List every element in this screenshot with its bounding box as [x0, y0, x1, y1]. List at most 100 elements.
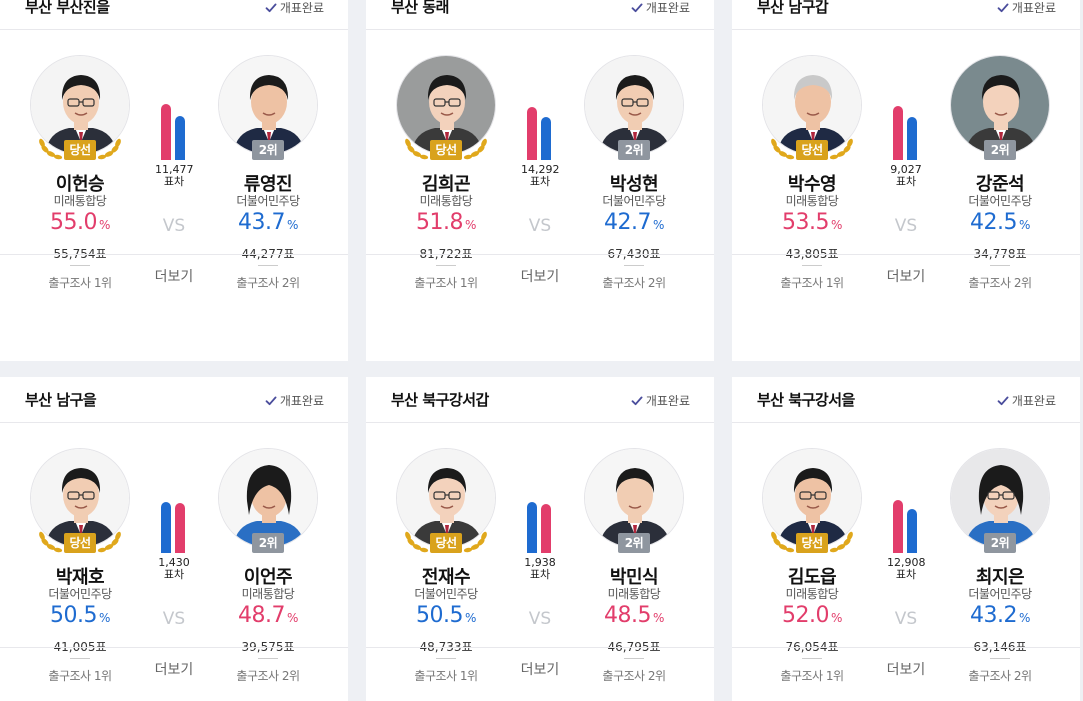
- vote-gap: 1,430 표차: [155, 493, 193, 581]
- district-card: 부산 북구강서갑 개표완료 당선 전재수 더불어민주당 50.5 % 48,73…: [366, 377, 714, 701]
- district-card: 부산 북구강서을 개표완료 당선 김도읍 미래통합당 52.0 % 76,054…: [732, 377, 1080, 701]
- candidate-party: 미래통합당: [785, 194, 839, 208]
- second-place-badge: 2위: [984, 140, 1016, 160]
- district-name[interactable]: 부산 남구갑: [757, 0, 829, 17]
- vote-gap: 11,477 표차: [155, 100, 194, 188]
- count-complete-status: 개표완료: [631, 0, 690, 16]
- count-complete-status: 개표완료: [265, 392, 324, 409]
- candidate-party: 미래통합당: [419, 194, 473, 208]
- percent-unit: %: [99, 611, 110, 625]
- vote-percentage: 48.7%: [193, 603, 343, 628]
- percent-unit: %: [287, 218, 298, 232]
- card-header: 부산 부산진을 개표완료: [0, 0, 348, 30]
- percentage-value: 50.5: [50, 603, 98, 628]
- winner-bar: [527, 107, 537, 160]
- count-complete-status: 개표완료: [997, 0, 1056, 16]
- district-card: 부산 남구갑 개표완료 당선 박수영 미래통합당 53.5 % 43,805표 …: [732, 0, 1080, 361]
- percentage-value: 43.2: [970, 603, 1018, 628]
- candidate-party: 더불어민주당: [968, 587, 1032, 601]
- vote-percentage: 53.5%: [737, 210, 887, 235]
- candidate-party: 더불어민주당: [968, 194, 1032, 208]
- vote-gap-label: 표차: [529, 568, 551, 581]
- percent-unit: %: [465, 218, 476, 232]
- runnerup-bar: [541, 504, 551, 553]
- second-place-badge: 2위: [252, 533, 284, 553]
- vote-gap: 12,908 표차: [887, 493, 926, 581]
- percent-unit: %: [99, 218, 110, 232]
- runnerup-bar: [907, 509, 917, 553]
- candidate-party: 더불어민주당: [236, 194, 300, 208]
- vote-gap: 9,027 표차: [887, 100, 925, 188]
- count-complete-status: 개표완료: [997, 392, 1056, 409]
- more-button[interactable]: 더보기: [732, 647, 1080, 691]
- candidate-party: 미래통합당: [53, 194, 107, 208]
- district-card: 부산 부산진을 개표완료 당선 이헌승 미래통합당 55.0 % 55,754표…: [0, 0, 348, 361]
- vote-gap-label: 표차: [895, 568, 917, 581]
- status-label: 개표완료: [1011, 1, 1056, 15]
- percent-unit: %: [653, 218, 664, 232]
- status-label: 개표완료: [1011, 394, 1056, 408]
- card-header: 부산 북구강서을 개표완료: [732, 377, 1080, 423]
- vote-percentage: 50.5%: [5, 603, 155, 628]
- status-label: 개표완료: [645, 394, 690, 408]
- vote-bars: [887, 493, 925, 553]
- candidate-party: 미래통합당: [785, 587, 839, 601]
- card-header: 부산 북구강서갑 개표완료: [366, 377, 714, 423]
- district-name[interactable]: 부산 북구강서갑: [391, 389, 489, 410]
- vote-percentage: 43.2%: [925, 603, 1075, 628]
- vs-label: VS: [894, 609, 918, 629]
- elected-badge: 당선: [430, 140, 462, 160]
- percentage-value: 42.5: [970, 210, 1018, 235]
- check-icon: [631, 3, 643, 12]
- vote-gap: 1,938 표차: [521, 493, 559, 581]
- percentage-value: 42.7: [604, 210, 652, 235]
- more-button[interactable]: 더보기: [366, 647, 714, 691]
- percent-unit: %: [653, 611, 664, 625]
- vote-percentage: 52.0%: [737, 603, 887, 628]
- elected-badge: 당선: [430, 533, 462, 553]
- vote-gap-label: 표차: [163, 568, 185, 581]
- percent-unit: %: [831, 218, 842, 232]
- percentage-value: 51.8: [416, 210, 464, 235]
- runnerup-bar: [541, 117, 551, 160]
- more-button[interactable]: 더보기: [366, 254, 714, 298]
- more-button[interactable]: 더보기: [0, 647, 348, 691]
- vote-gap-label: 표차: [163, 175, 185, 188]
- vote-gap: 14,292 표차: [521, 100, 560, 188]
- district-name[interactable]: 부산 부산진을: [25, 0, 110, 17]
- percent-unit: %: [1019, 218, 1030, 232]
- winner-bar: [161, 104, 171, 160]
- more-button[interactable]: 더보기: [732, 254, 1080, 298]
- runnerup-bar: [907, 117, 917, 160]
- percentage-value: 48.5: [604, 603, 652, 628]
- vote-bars: [155, 100, 193, 160]
- candidate-party: 더불어민주당: [48, 587, 112, 601]
- percent-unit: %: [1019, 611, 1030, 625]
- vote-percentage: 50.5%: [371, 603, 521, 628]
- percent-unit: %: [287, 611, 298, 625]
- elected-badge: 당선: [64, 533, 96, 553]
- vs-label: VS: [528, 216, 552, 236]
- runnerup-bar: [175, 116, 185, 160]
- district-name[interactable]: 부산 북구강서을: [757, 389, 855, 410]
- district-name[interactable]: 부산 남구을: [25, 389, 97, 410]
- vote-percentage: 42.5%: [925, 210, 1075, 235]
- candidate-party: 더불어민주당: [602, 194, 666, 208]
- more-button[interactable]: 더보기: [0, 254, 348, 298]
- winner-bar: [527, 502, 537, 553]
- elected-badge: 당선: [796, 140, 828, 160]
- vs-label: VS: [894, 216, 918, 236]
- district-name[interactable]: 부산 동래: [391, 0, 449, 17]
- second-place-badge: 2위: [252, 140, 284, 160]
- percentage-value: 48.7: [238, 603, 286, 628]
- card-header: 부산 남구갑 개표완료: [732, 0, 1080, 30]
- vs-label: VS: [162, 216, 186, 236]
- percent-unit: %: [465, 611, 476, 625]
- elected-badge: 당선: [64, 140, 96, 160]
- status-label: 개표완료: [279, 394, 324, 408]
- vote-bars: [521, 100, 559, 160]
- vote-percentage: 51.8%: [371, 210, 521, 235]
- winner-bar: [893, 106, 903, 160]
- check-icon: [631, 396, 643, 405]
- percentage-value: 50.5: [416, 603, 464, 628]
